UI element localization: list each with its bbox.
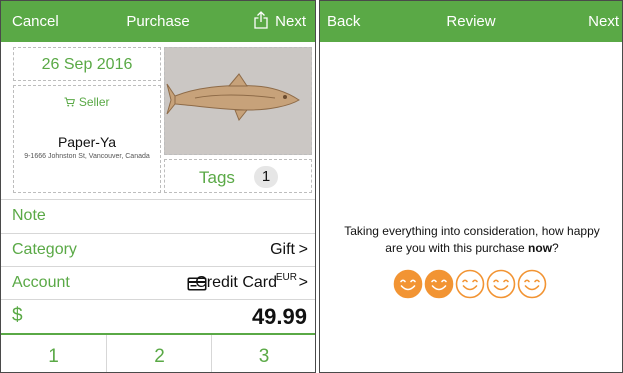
- smiley-icon[interactable]: [455, 269, 485, 299]
- currency-symbol: $: [12, 305, 23, 326]
- seller-name: Paper-Ya: [57, 134, 117, 150]
- category-value: Gift: [270, 241, 295, 258]
- keypad-key-1[interactable]: 1: [1, 335, 106, 372]
- purchase-photo[interactable]: [164, 47, 312, 155]
- account-value: Credit Card: [195, 274, 277, 291]
- account-label: Account: [12, 274, 70, 291]
- review-navbar: Back Review Next: [320, 1, 622, 42]
- next-button[interactable]: Next: [275, 13, 306, 30]
- note-row[interactable]: Note: [1, 199, 315, 233]
- seller-address: 9-1666 Johnston St, Vancouver, Canada: [24, 153, 150, 160]
- question-emphasis: now: [528, 241, 553, 255]
- seller-label: Seller: [78, 95, 110, 109]
- note-label: Note: [12, 207, 46, 224]
- chevron-right-icon: >: [298, 241, 308, 258]
- account-currency: EUR: [275, 272, 297, 283]
- category-label: Category: [12, 241, 77, 258]
- purchase-navbar: Cancel Purchase Next: [1, 1, 315, 42]
- question-text: Taking everything into consideration, ho…: [344, 224, 600, 255]
- chevron-right-icon: >: [298, 274, 308, 291]
- number-keypad: 1 2 3: [1, 333, 315, 372]
- smiley-icon[interactable]: [424, 269, 454, 299]
- amount-value: 49.99: [251, 304, 307, 329]
- question-mark: ?: [552, 241, 559, 255]
- fish-carving-image: [165, 48, 311, 154]
- category-row[interactable]: Category Gift >: [1, 233, 315, 267]
- share-icon[interactable]: [253, 11, 269, 29]
- purchase-screen: Cancel Purchase Next 26 Sep 2016 Seller …: [0, 0, 316, 373]
- next-button[interactable]: Next: [588, 13, 619, 30]
- happiness-question: Taking everything into consideration, ho…: [334, 223, 610, 257]
- screenshot: Cancel Purchase Next 26 Sep 2016 Seller …: [0, 0, 623, 373]
- keypad-key-3[interactable]: 3: [211, 335, 315, 372]
- seller-header: Seller: [14, 95, 160, 109]
- smiley-icon[interactable]: [486, 269, 516, 299]
- keypad-key-2[interactable]: 2: [106, 335, 212, 372]
- tags-label: Tags: [199, 168, 235, 187]
- seller-card[interactable]: Seller Paper-Ya 9-1666 Johnston St, Vanc…: [13, 85, 161, 193]
- review-title: Review: [446, 13, 496, 30]
- amount-row[interactable]: $ 49.99: [1, 299, 315, 334]
- date-picker[interactable]: 26 Sep 2016: [13, 47, 161, 81]
- date-value: 26 Sep 2016: [41, 56, 133, 73]
- review-screen: Back Review Next Taking everything into …: [319, 0, 623, 373]
- smiley-icon[interactable]: [517, 269, 547, 299]
- cart-icon: [64, 97, 76, 107]
- tags-count-badge: 1: [254, 166, 278, 188]
- smiley-icon[interactable]: [393, 269, 423, 299]
- account-row[interactable]: Account Credit Card EUR >: [1, 266, 315, 300]
- tags-button[interactable]: Tags 1: [164, 159, 312, 193]
